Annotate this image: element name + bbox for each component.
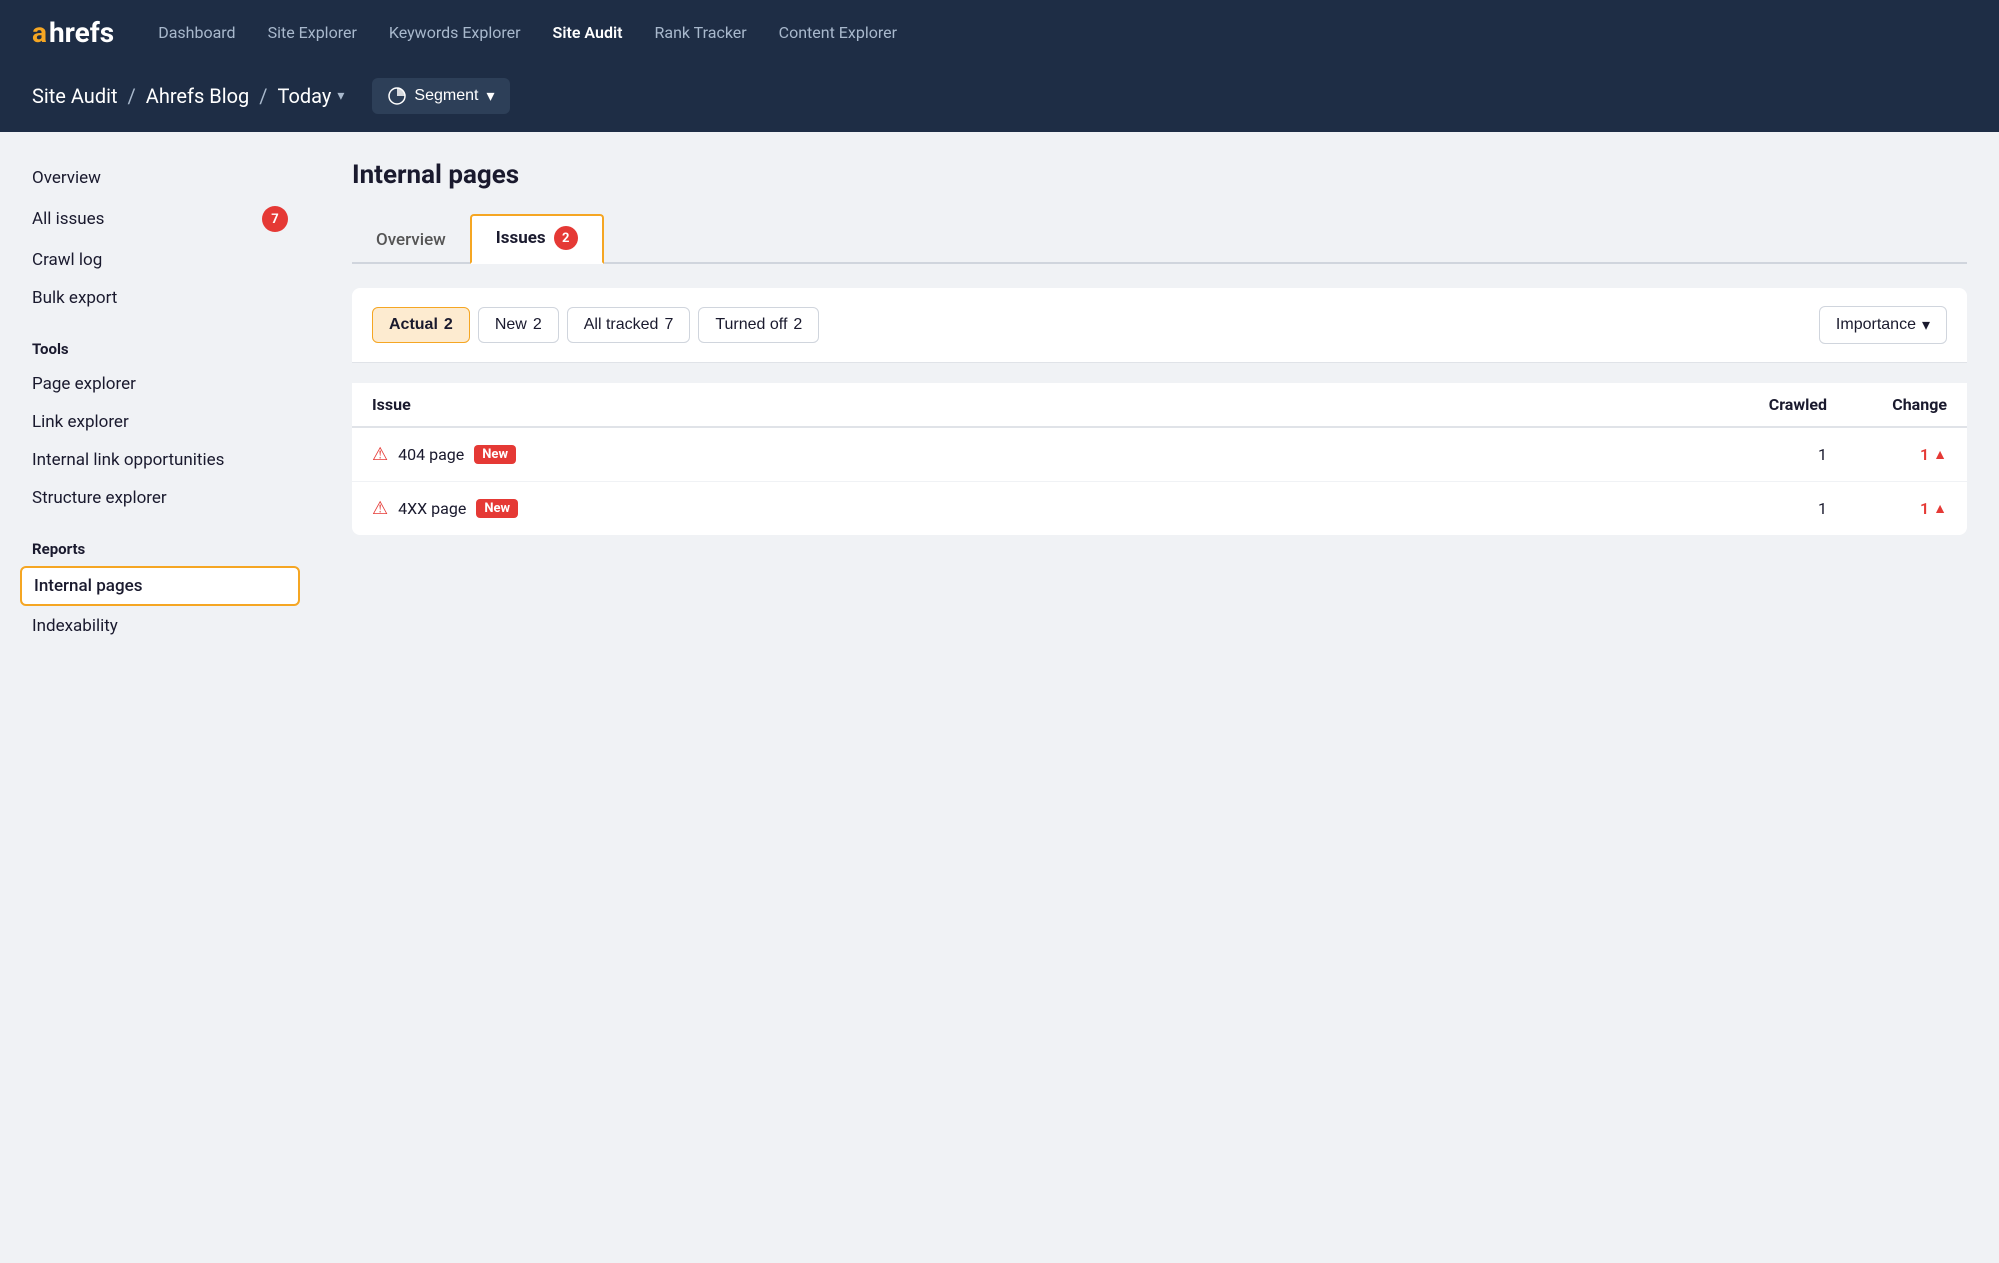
- nav-rank-tracker[interactable]: Rank Tracker: [655, 19, 747, 46]
- filter-new-count: 2: [533, 316, 542, 334]
- breadcrumb-site-audit[interactable]: Site Audit: [32, 84, 118, 108]
- crawled-4xx: 1: [1707, 499, 1827, 518]
- sidebar-item-link-explorer[interactable]: Link explorer: [20, 404, 300, 440]
- filter-turned-off[interactable]: Turned off 2: [698, 307, 819, 343]
- main-layout: Overview All issues 7 Crawl log Bulk exp…: [0, 132, 1999, 1263]
- breadcrumb-bar: Site Audit / Ahrefs Blog / Today ▾ Segme…: [0, 64, 1999, 132]
- issues-tab-badge: 2: [554, 226, 578, 250]
- nav-site-explorer[interactable]: Site Explorer: [268, 19, 357, 46]
- sidebar-item-page-explorer[interactable]: Page explorer: [20, 366, 300, 402]
- crawled-404: 1: [1707, 445, 1827, 464]
- nav-content-explorer[interactable]: Content Explorer: [779, 19, 897, 46]
- issue-name-404: 404 page: [398, 445, 464, 464]
- segment-button[interactable]: Segment ▾: [372, 78, 510, 114]
- col-change: Change: [1827, 395, 1947, 414]
- sidebar: Overview All issues 7 Crawl log Bulk exp…: [0, 132, 320, 1263]
- reports-section-title: Reports: [20, 524, 300, 566]
- filter-turned-off-label: Turned off: [715, 316, 787, 334]
- nav-site-audit[interactable]: Site Audit: [553, 19, 623, 46]
- table-row[interactable]: ⚠ 4XX page New 1 1 ▲: [352, 482, 1967, 535]
- change-4xx: 1 ▲: [1827, 499, 1947, 518]
- table-row[interactable]: ⚠ 404 page New 1 1 ▲: [352, 428, 1967, 482]
- filter-new[interactable]: New 2: [478, 307, 559, 343]
- new-badge-404: New: [474, 445, 516, 464]
- chevron-down-icon: ▾: [337, 88, 344, 104]
- breadcrumb-today[interactable]: Today ▾: [278, 84, 345, 108]
- filter-row: Actual 2 New 2 All tracked 7 Turned off …: [352, 288, 1967, 363]
- issue-cell-4xx: ⚠ 4XX page New: [372, 498, 1707, 519]
- sidebar-item-crawl-log[interactable]: Crawl log: [20, 242, 300, 278]
- tabs-row: Overview Issues 2: [352, 214, 1967, 264]
- logo[interactable]: ahrefs: [32, 16, 114, 49]
- sidebar-item-internal-link-opportunities[interactable]: Internal link opportunities: [20, 442, 300, 478]
- nav-keywords-explorer[interactable]: Keywords Explorer: [389, 19, 521, 46]
- up-arrow-icon: ▲: [1933, 446, 1947, 463]
- filter-all-tracked-count: 7: [664, 316, 673, 334]
- sidebar-item-indexability[interactable]: Indexability: [20, 608, 300, 644]
- up-arrow-icon: ▲: [1933, 500, 1947, 517]
- importance-button[interactable]: Importance ▾: [1819, 306, 1947, 344]
- filter-all-tracked[interactable]: All tracked 7: [567, 307, 691, 343]
- breadcrumb-sep-2: /: [259, 84, 267, 108]
- issue-name-4xx: 4XX page: [398, 499, 466, 518]
- issue-cell-404: ⚠ 404 page New: [372, 444, 1707, 465]
- issues-table: Issue Crawled Change ⚠ 404 page New 1 1 …: [352, 383, 1967, 535]
- pie-chart-icon: [388, 87, 406, 105]
- col-crawled: Crawled: [1707, 395, 1827, 414]
- filter-actual-count: 2: [444, 316, 453, 334]
- logo-rest: hrefs: [49, 16, 114, 49]
- change-404: 1 ▲: [1827, 445, 1947, 464]
- warning-icon: ⚠: [372, 498, 388, 519]
- segment-label: Segment: [414, 87, 478, 105]
- main-content: Internal pages Overview Issues 2 Actual …: [320, 132, 1999, 1263]
- sidebar-item-overview[interactable]: Overview: [20, 160, 300, 196]
- segment-chevron-icon: ▾: [486, 86, 494, 106]
- nav-dashboard[interactable]: Dashboard: [158, 19, 235, 46]
- filter-actual[interactable]: Actual 2: [372, 307, 470, 343]
- logo-a-letter: a: [32, 16, 47, 49]
- top-nav: ahrefs Dashboard Site Explorer Keywords …: [0, 0, 1999, 64]
- tools-section-title: Tools: [20, 324, 300, 366]
- sidebar-item-bulk-export[interactable]: Bulk export: [20, 280, 300, 316]
- sidebar-item-all-issues[interactable]: All issues 7: [20, 198, 300, 240]
- table-header: Issue Crawled Change: [352, 383, 1967, 428]
- all-issues-badge: 7: [262, 206, 288, 232]
- sidebar-item-structure-explorer[interactable]: Structure explorer: [20, 480, 300, 516]
- filter-all-tracked-label: All tracked: [584, 316, 659, 334]
- sidebar-item-internal-pages[interactable]: Internal pages: [20, 566, 300, 606]
- tab-issues[interactable]: Issues 2: [470, 214, 604, 264]
- importance-label: Importance: [1836, 316, 1916, 334]
- filter-actual-label: Actual: [389, 316, 438, 334]
- col-issue: Issue: [372, 395, 1707, 414]
- tab-overview[interactable]: Overview: [352, 220, 470, 264]
- importance-chevron-icon: ▾: [1922, 315, 1930, 335]
- filter-turned-off-count: 2: [793, 316, 802, 334]
- page-title: Internal pages: [352, 160, 1967, 190]
- warning-icon: ⚠: [372, 444, 388, 465]
- breadcrumb-sep-1: /: [128, 84, 136, 108]
- filter-new-label: New: [495, 316, 527, 334]
- new-badge-4xx: New: [476, 499, 518, 518]
- breadcrumb-blog[interactable]: Ahrefs Blog: [146, 84, 249, 108]
